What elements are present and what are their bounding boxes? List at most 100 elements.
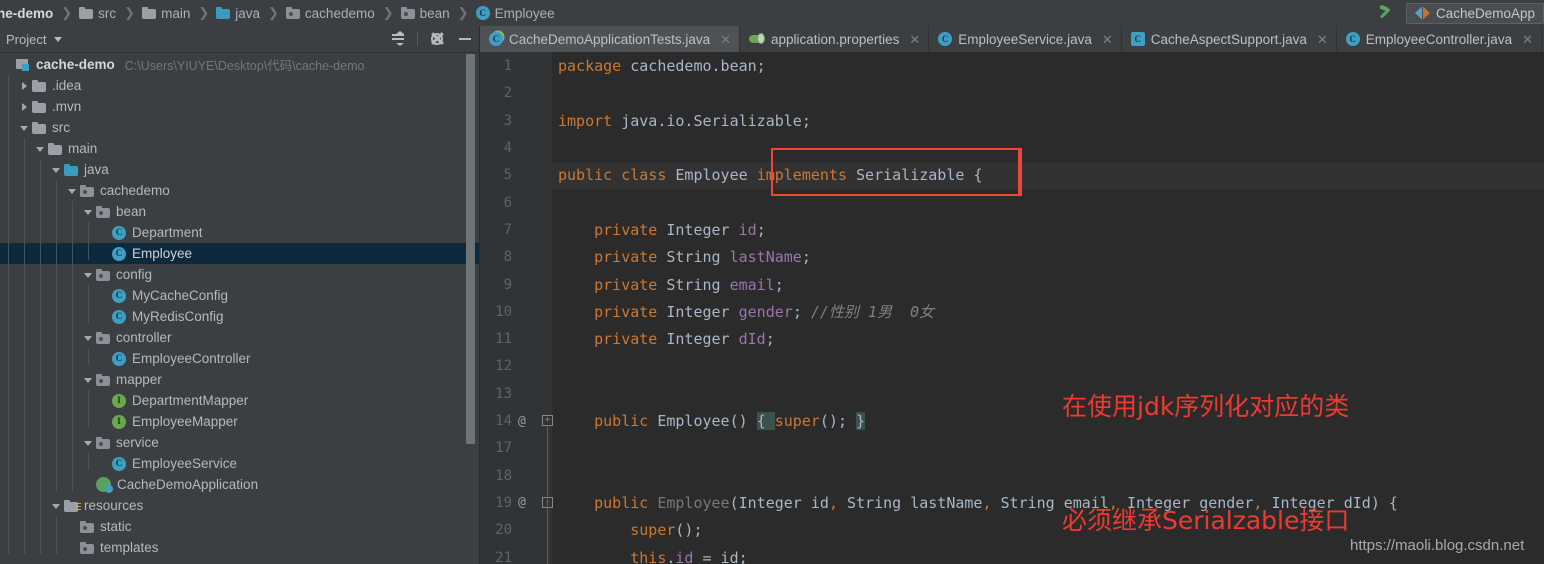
tree-node[interactable]: cachedemo xyxy=(0,180,480,201)
code-line[interactable]: package cachedemo.bean; xyxy=(552,53,1544,80)
breadcrumb-item-cachedemo[interactable]: cachedemo xyxy=(285,0,377,26)
tree-toggle-closed-icon[interactable] xyxy=(20,81,30,91)
code-line[interactable]: public class Employee implements Seriali… xyxy=(552,161,1544,189)
run-configuration-selector[interactable]: CacheDemoApp xyxy=(1405,2,1544,24)
breadcrumb-item-java[interactable]: java xyxy=(216,0,262,26)
gutter-line[interactable]: 3 xyxy=(480,107,552,134)
gutter-line[interactable]: 10 xyxy=(480,298,552,325)
tree-toggle-open-icon[interactable] xyxy=(84,333,94,343)
breadcrumb-item-bean[interactable]: bean xyxy=(400,0,452,26)
breadcrumb-item-src[interactable]: src xyxy=(79,0,118,26)
code-line[interactable]: private Integer gender; //性别 1男 0女 xyxy=(552,298,1544,325)
tree-node[interactable]: main xyxy=(0,138,480,159)
package-icon xyxy=(400,7,415,19)
tree-node-label: EmployeeService xyxy=(132,456,238,471)
code-line[interactable]: import java.io.Serializable; xyxy=(552,107,1544,134)
code-editor[interactable]: 1234567891011121314@+171819@-2021 packag… xyxy=(480,52,1544,564)
tree-toggle-open-icon[interactable] xyxy=(20,123,30,133)
editor-tab-employeecontroller-java[interactable]: C EmployeeController.java ✕ xyxy=(1337,26,1542,52)
code-line[interactable] xyxy=(552,462,1544,489)
tree-node[interactable]: cache-demo C:\Users\YIUYE\Desktop\代码\cach… xyxy=(0,54,480,75)
code-line[interactable]: public Employee() { super (); } xyxy=(552,407,1544,434)
tree-node-label: main xyxy=(68,141,98,156)
collapse-all-button[interactable] xyxy=(389,30,407,48)
tree-toggle-open-icon[interactable] xyxy=(36,144,46,154)
editor-tab-cachedemoapplicationtests-java[interactable]: C CacheDemoApplicationTests.java ✕ xyxy=(480,26,741,52)
code-token: Serializable xyxy=(856,166,974,185)
tree-node[interactable]: .idea xyxy=(0,75,480,96)
code-token: private xyxy=(558,248,667,267)
interface-icon: I xyxy=(112,414,126,429)
gutter-line[interactable]: 11 xyxy=(480,326,552,353)
close-icon[interactable]: ✕ xyxy=(720,33,731,46)
tree-node[interactable]: templates xyxy=(0,537,480,558)
gutter-line[interactable]: 2 xyxy=(480,80,552,107)
tree-toggle-open-icon[interactable] xyxy=(84,270,94,280)
gutter-line[interactable]: 8 xyxy=(480,244,552,271)
breadcrumb-item-employee[interactable]: C Employee xyxy=(475,0,557,26)
tree-node[interactable]: src xyxy=(0,117,480,138)
gutter-line[interactable]: 4 xyxy=(480,134,552,161)
tree-toggle-open-icon[interactable] xyxy=(84,375,94,385)
tree-node[interactable]: java xyxy=(0,159,480,180)
editor-gutter[interactable]: 1234567891011121314@+171819@-2021 xyxy=(480,52,553,564)
tree-node[interactable]: resources xyxy=(0,495,480,516)
gutter-line[interactable]: 20 xyxy=(480,517,552,544)
code-line[interactable]: private String email; xyxy=(552,271,1544,298)
code-line[interactable] xyxy=(552,189,1544,216)
gutter-line[interactable]: 1 xyxy=(480,53,552,80)
annotation-gutter-icon[interactable]: @ xyxy=(518,495,526,510)
close-icon[interactable]: ✕ xyxy=(1522,33,1533,46)
code-line[interactable]: public Employee(Integer id, String lastN… xyxy=(552,489,1544,516)
code-token: id xyxy=(738,220,757,239)
tree-toggle-open-icon[interactable] xyxy=(52,165,62,175)
gutter-line[interactable]: 19@- xyxy=(480,489,553,516)
gutter-line[interactable]: 18 xyxy=(480,462,552,489)
tree-node[interactable]: .mvn xyxy=(0,96,480,117)
gutter-line[interactable]: 9 xyxy=(480,271,552,298)
editor-tab-application-properties[interactable]: application.properties ✕ xyxy=(740,26,930,52)
close-icon[interactable]: ✕ xyxy=(1102,33,1113,46)
gutter-line[interactable]: 21 xyxy=(480,544,552,564)
tree-node[interactable]: static xyxy=(0,516,480,537)
build-project-icon[interactable] xyxy=(1379,5,1396,22)
chevron-down-icon[interactable] xyxy=(54,36,63,42)
code-token: package xyxy=(558,57,631,76)
gutter-line[interactable]: 14 @ + xyxy=(480,407,553,434)
gutter-line[interactable]: 5 xyxy=(480,162,552,189)
line-number: 3 xyxy=(503,112,512,129)
code-line[interactable]: private String lastName; xyxy=(552,244,1544,271)
gutter-line[interactable]: 17 xyxy=(480,435,552,462)
tree-node-label: DepartmentMapper xyxy=(132,393,249,408)
gutter-line[interactable]: 7 xyxy=(480,216,552,243)
annotation-gutter-icon[interactable]: @ xyxy=(518,414,526,429)
editor-tab-label: EmployeeController.java xyxy=(1365,31,1513,47)
code-content[interactable]: package cachedemo.bean; import java.io.Se… xyxy=(552,52,1544,564)
code-line[interactable] xyxy=(552,380,1544,407)
hide-panel-button[interactable] xyxy=(456,30,474,48)
tree-toggle-open-icon[interactable] xyxy=(68,186,78,196)
breadcrumb-item-main[interactable]: main xyxy=(142,0,192,26)
tree-toggle-open-icon[interactable] xyxy=(84,438,94,448)
tree-toggle-closed-icon[interactable] xyxy=(20,102,30,112)
tree-toggle-open-icon[interactable] xyxy=(84,207,94,217)
gutter-line[interactable]: 12 xyxy=(480,353,552,380)
code-line[interactable] xyxy=(552,353,1544,380)
tree-toggle-open-icon[interactable] xyxy=(52,501,62,511)
code-token: () xyxy=(729,412,757,431)
settings-button[interactable] xyxy=(428,30,446,48)
close-icon[interactable]: ✕ xyxy=(909,33,920,46)
code-line[interactable] xyxy=(552,134,1544,161)
code-line[interactable] xyxy=(552,435,1544,462)
code-line[interactable] xyxy=(552,80,1544,107)
gutter-line[interactable]: 6 xyxy=(480,189,552,216)
breadcrumb-item-he-demo[interactable]: he-demo xyxy=(0,0,55,26)
close-icon[interactable]: ✕ xyxy=(1317,33,1328,46)
code-line[interactable]: private Integer id; xyxy=(552,216,1544,243)
editor-tab-employeeservice-java[interactable]: C EmployeeService.java ✕ xyxy=(929,26,1122,52)
editor-tab-cacheaspectsupport-java[interactable]: C CacheAspectSupport.java ✕ xyxy=(1122,26,1337,52)
code-line[interactable]: private Integer dId; xyxy=(552,326,1544,353)
project-panel-scrollbar[interactable] xyxy=(466,54,475,444)
gutter-line[interactable]: 13 xyxy=(480,380,552,407)
